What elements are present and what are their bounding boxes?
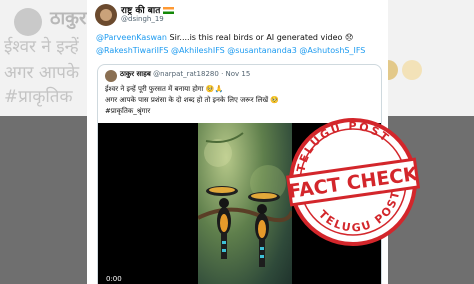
background-avatar — [14, 8, 42, 36]
quoted-text-line: ईश्वर ने इन्हें पूरी फुरसत में बनाया होग… — [105, 85, 224, 93]
mention-link[interactable]: @ParveenKaswan — [96, 33, 167, 42]
mention-list[interactable]: @RakeshTiwariIFS @AkhileshIFS @susantana… — [96, 46, 365, 55]
quoted-text-line: अगर आपके पास प्रशंसा के दो शब्द हो तो इन… — [105, 96, 280, 104]
bird-video-frame — [198, 123, 292, 284]
quoted-date[interactable]: · Nov 15 — [221, 70, 250, 78]
tweet-author-handle[interactable]: @dsingh_19 — [121, 15, 164, 23]
background-text-line: ईश्वर ने इन्हें — [4, 37, 79, 57]
tweet-text: @ParveenKaswan Sir....is this real birds… — [96, 33, 353, 42]
birds-illustration — [198, 132, 292, 267]
fact-check-stamp-icon: TELUGU POST FACT CHECK TELUGU POST — [285, 114, 421, 246]
quoted-author-name[interactable]: ठाकुर साहब — [120, 70, 151, 78]
quoted-author-handle[interactable]: @narpat_rat18280 — [153, 70, 219, 78]
avatar[interactable] — [95, 4, 117, 26]
quoted-avatar[interactable] — [105, 70, 117, 82]
fact-check-stamp: TELUGU POST FACT CHECK TELUGU POST — [283, 112, 423, 252]
background-name: ठाकुर — [50, 8, 87, 29]
quoted-header: ठाकुर साहब @narpat_rat18280 · Nov 15 — [120, 70, 250, 79]
background-emoji — [402, 60, 422, 80]
background-text-line: अगर आपके — [4, 63, 80, 83]
video-time: 0:00 — [106, 275, 122, 283]
tweet-body: Sir....is this real birds or AI generate… — [167, 33, 354, 42]
background-text-line: #प्राकृतिक — [4, 87, 73, 107]
india-flag-icon — [163, 7, 175, 14]
quoted-hashtag[interactable]: #प्राकृतिक_श्रृंगार — [105, 107, 150, 116]
